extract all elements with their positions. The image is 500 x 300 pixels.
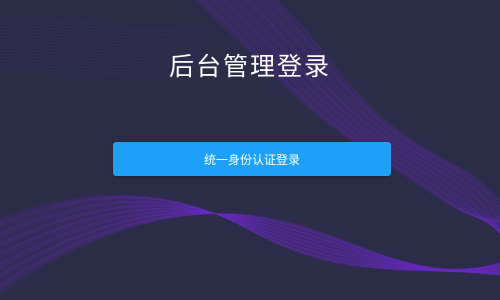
sso-login-button[interactable]: 统一身份认证登录 bbox=[113, 142, 391, 176]
login-panel: 后台管理登录 统一身份认证登录 bbox=[0, 0, 500, 300]
login-page: 后台管理登录 统一身份认证登录 bbox=[0, 0, 500, 300]
page-title: 后台管理登录 bbox=[168, 52, 331, 81]
